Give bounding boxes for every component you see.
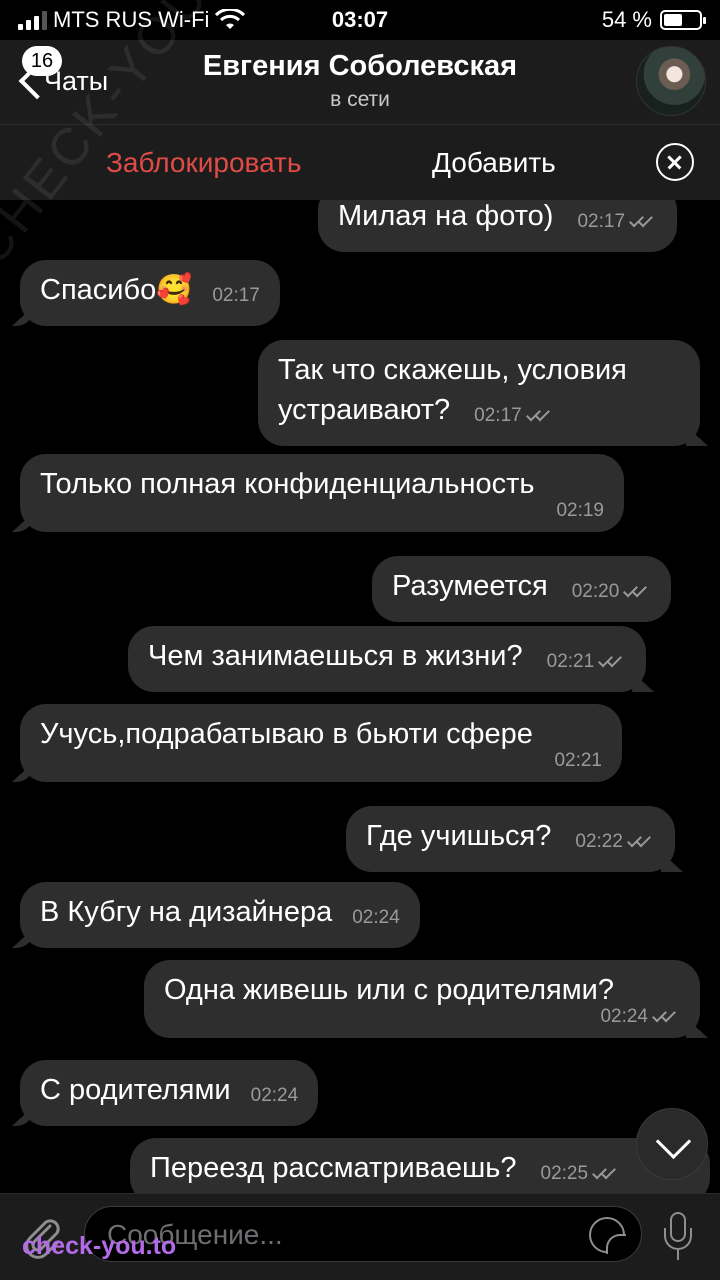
block-button[interactable]: Заблокировать bbox=[106, 147, 301, 179]
message-time: 02:17 bbox=[577, 202, 657, 242]
message-bubble[interactable]: Только полная конфиденциальность 02:19 bbox=[20, 454, 624, 532]
message-bubble[interactable]: Разумеется 02:20 bbox=[372, 556, 672, 622]
message-time: 02:17 bbox=[474, 396, 554, 436]
battery-icon bbox=[660, 10, 706, 30]
message-text: Спасибо🥰 bbox=[40, 274, 193, 306]
message-time: 02:25 bbox=[541, 1154, 621, 1193]
message-bubble[interactable]: В Кубгу на дизайнера 02:24 bbox=[20, 882, 420, 948]
read-ticks-icon bbox=[598, 652, 626, 669]
contact-name[interactable]: Евгения Соболевская bbox=[0, 50, 720, 83]
message-bubble[interactable]: Милая на фото) 02:17 bbox=[318, 200, 678, 252]
message-bubble[interactable]: Чем занимаешься в жизни? 02:21 bbox=[128, 626, 647, 692]
message-bubble[interactable]: Так что скажешь, условия устраивают? 02:1… bbox=[258, 340, 700, 446]
paperclip-icon[interactable] bbox=[20, 1214, 66, 1260]
action-bar: Заблокировать Добавить bbox=[0, 124, 720, 200]
read-ticks-icon bbox=[652, 1007, 680, 1024]
message-bubble[interactable]: Переезд рассматриваешь? 02:25 bbox=[130, 1138, 710, 1193]
read-ticks-icon bbox=[592, 1164, 620, 1181]
message-time: 02:21 bbox=[547, 642, 627, 682]
message-text: Учусь,подрабатываю в бьюти сфере bbox=[40, 718, 533, 750]
input-bar: Сообщение... bbox=[0, 1193, 720, 1280]
message-time: 02:24 bbox=[352, 907, 400, 928]
message-text: Так что скажешь, условия устраивают? bbox=[278, 354, 627, 426]
message-text: В Кубгу на дизайнера bbox=[40, 896, 333, 928]
message-bubble[interactable]: С родителями 02:24 bbox=[20, 1060, 319, 1126]
message-bubble[interactable]: Где учишься? 02:22 bbox=[346, 806, 675, 872]
message-time: 02:17 bbox=[212, 285, 260, 306]
chevron-down-icon[interactable] bbox=[636, 1108, 708, 1180]
read-ticks-icon bbox=[629, 212, 657, 229]
microphone-icon[interactable] bbox=[664, 1210, 692, 1266]
message-text: Разумеется bbox=[392, 570, 548, 602]
message-bubble[interactable]: Учусь,подрабатываю в бьюти сфере 02:21 bbox=[20, 704, 622, 782]
contact-status: в сети bbox=[330, 88, 390, 111]
read-ticks-icon bbox=[623, 582, 651, 599]
close-icon[interactable] bbox=[656, 143, 694, 181]
message-text: Милая на фото) bbox=[338, 200, 554, 232]
message-time: 02:24 bbox=[164, 1006, 680, 1028]
message-text: С родителями bbox=[40, 1074, 231, 1106]
message-text: Только полная конфиденциальность bbox=[40, 468, 535, 500]
message-text: Переезд рассматриваешь? bbox=[150, 1152, 517, 1184]
message-time: 02:21 bbox=[554, 750, 602, 771]
message-text: Одна живешь или с родителями? bbox=[164, 974, 614, 1006]
message-text: Где учишься? bbox=[366, 820, 552, 852]
status-bar: MTS RUS Wi-Fi 03:07 54 % bbox=[0, 0, 720, 40]
battery-percent: 54 % bbox=[601, 7, 652, 32]
message-placeholder: Сообщение... bbox=[107, 1219, 283, 1250]
message-list[interactable]: Милая на фото) 02:17 Спасибо🥰 02:17 Так чт… bbox=[0, 200, 720, 1193]
read-ticks-icon bbox=[525, 406, 554, 423]
message-time: 02:24 bbox=[250, 1085, 299, 1106]
message-bubble[interactable]: Одна живешь или с родителями? 02:24 bbox=[144, 960, 700, 1038]
message-time: 02:22 bbox=[575, 822, 655, 862]
read-ticks-icon bbox=[627, 832, 655, 849]
message-input[interactable]: Сообщение... bbox=[84, 1206, 642, 1262]
message-time: 02:20 bbox=[572, 572, 652, 612]
message-bubble[interactable]: Спасибо🥰 02:17 bbox=[20, 260, 280, 326]
message-time: 02:19 bbox=[556, 500, 604, 521]
add-contact-button[interactable]: Добавить bbox=[432, 147, 556, 179]
sticker-icon[interactable] bbox=[589, 1217, 626, 1254]
status-right: 54 % bbox=[601, 7, 706, 33]
chat-header: 16 Чаты Евгения Соболевская в сети bbox=[0, 40, 720, 124]
avatar[interactable] bbox=[636, 46, 706, 116]
message-text: Чем занимаешься в жизни? bbox=[148, 640, 523, 672]
